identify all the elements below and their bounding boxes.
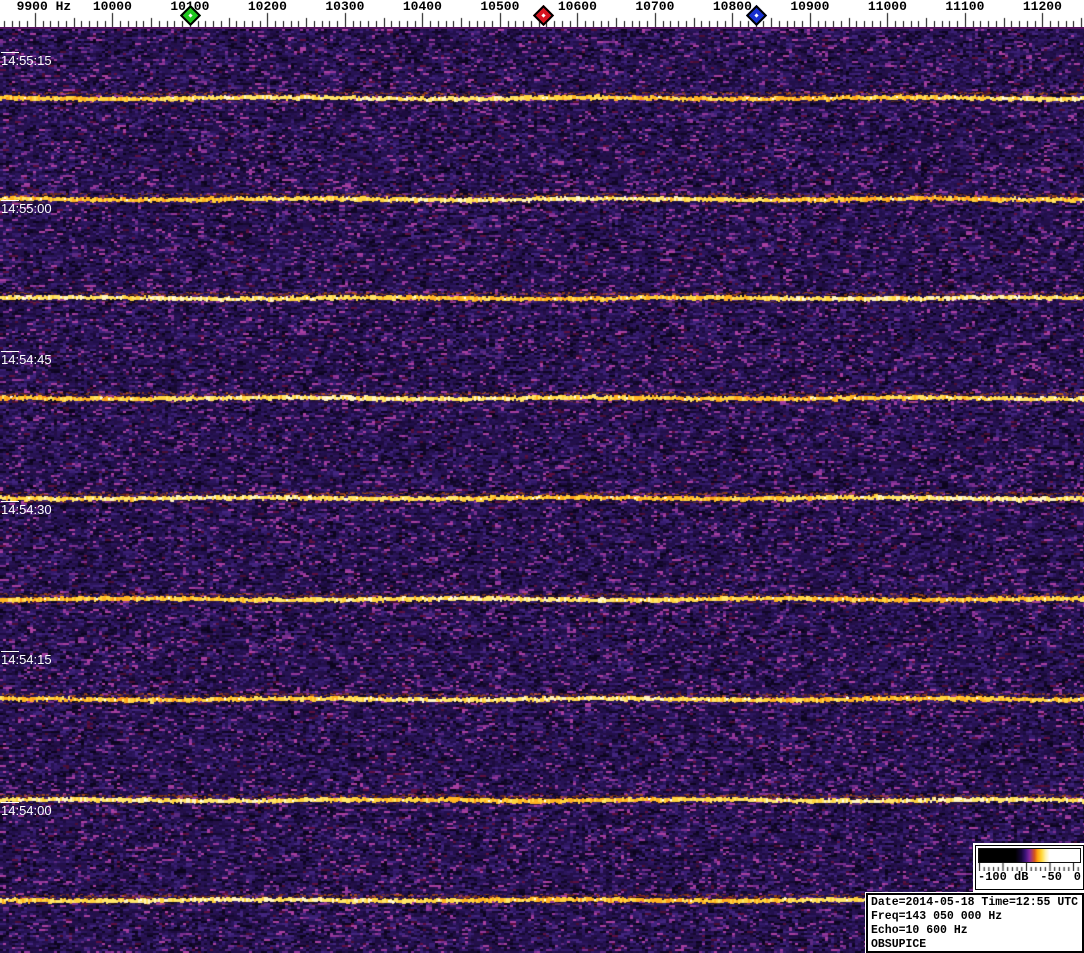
freq-tick-label: 9900 Hz (16, 0, 72, 14)
time-tick-label: 14:55:00 (1, 201, 52, 216)
intensity-gradient-bar (978, 848, 1081, 863)
freq-tick-label: 10600 (557, 0, 597, 14)
freq-tick-label: 11000 (867, 0, 907, 14)
marker-center-dot (188, 12, 193, 17)
time-tick-label: 14:55:15 (1, 53, 52, 68)
freq-tick-label: 10500 (480, 0, 520, 14)
time-tick-label: 14:54:00 (1, 803, 52, 818)
freq-tick-label: 10700 (635, 0, 675, 14)
legend-label-mid: -50 (1040, 870, 1062, 884)
infobox-date-time: Date=2014-05-18 Time=12:55 UTC (871, 896, 1079, 909)
time-tick-label: 14:54:45 (1, 352, 52, 367)
intensity-legend: -100 dB -50 0 (975, 845, 1084, 890)
spectrogram-app: 9900 Hz100001010010200103001040010500106… (0, 0, 1084, 953)
freq-tick-label: 10300 (325, 0, 365, 14)
freq-tick-label: 10200 (247, 0, 287, 14)
marker-center-dot (754, 12, 759, 17)
freq-tick-label: 10000 (92, 0, 132, 14)
time-tick-label: 14:54:15 (1, 652, 52, 667)
legend-label-min: -100 dB (978, 870, 1029, 884)
spectrogram-waterfall (0, 29, 1084, 953)
legend-labels: -100 dB -50 0 (978, 871, 1081, 884)
infobox-station: OBSUPICE (871, 938, 927, 951)
freq-tick-label: 11100 (945, 0, 985, 14)
freq-tick-label: 10400 (402, 0, 442, 14)
freq-tick-label: 10800 (712, 0, 752, 14)
frequency-axis: 9900 Hz100001010010200103001040010500106… (0, 0, 1084, 29)
freq-tick-label: 10900 (790, 0, 830, 14)
freq-tick-label: 11200 (1022, 0, 1062, 14)
legend-label-max: 0 (1073, 870, 1081, 884)
marker-center-dot (541, 12, 546, 17)
infobox-frequency: Freq=143 050 000 Hz (871, 910, 1003, 923)
time-tick-label: 14:54:30 (1, 502, 52, 517)
infobox-echo: Echo=10 600 Hz (871, 924, 968, 937)
status-infobox: Date=2014-05-18 Time=12:55 UTC Freq=143 … (866, 893, 1084, 953)
